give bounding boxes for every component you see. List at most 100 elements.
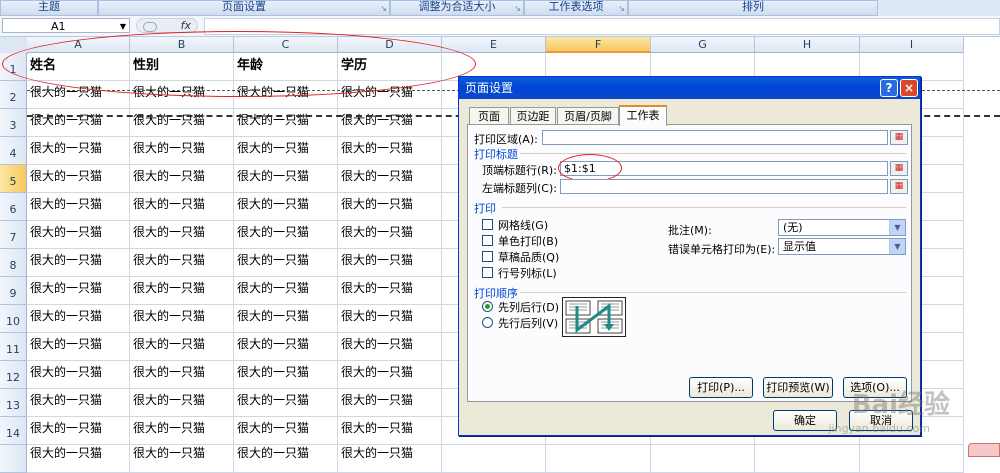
tab-page[interactable]: 页面 [469,107,509,125]
row-header[interactable]: 10 [0,305,27,333]
tab-margins[interactable]: 页边距 [510,107,556,125]
table-cell[interactable]: 很大的一只猫 [234,165,338,193]
table-cell[interactable]: 很大的一只猫 [234,277,338,305]
table-cell[interactable]: 很大的一只猫 [234,249,338,277]
dialog-launcher-icon[interactable]: ↘ [514,3,521,15]
print-preview-button[interactable]: 打印预览(W) [763,377,833,398]
row-header[interactable]: 14 [0,417,27,445]
table-cell[interactable]: 很大的一只猫 [27,221,130,249]
table-cell[interactable]: 很大的一只猫 [338,109,442,137]
table-cell[interactable]: 很大的一只猫 [234,445,338,473]
table-cell[interactable]: 很大的一只猫 [234,193,338,221]
table-cell[interactable]: 很大的一只猫 [130,221,234,249]
row-header[interactable]: 12 [0,361,27,389]
table-cell[interactable]: 很大的一只猫 [130,137,234,165]
table-cell[interactable]: 很大的一只猫 [338,417,442,445]
table-cell[interactable]: 很大的一只猫 [338,305,442,333]
table-cell[interactable]: 很大的一只猫 [130,417,234,445]
row-header[interactable]: 9 [0,277,27,305]
range-picker-icon[interactable]: ▦ [890,161,908,176]
over-then-down-radio[interactable] [482,317,493,328]
table-cell[interactable]: 很大的一只猫 [27,361,130,389]
cell-errors-select[interactable]: 显示值 ▼ [778,238,906,255]
table-cell[interactable]: 很大的一只猫 [130,333,234,361]
row-header[interactable]: 3 [0,109,27,137]
dialog-launcher-icon[interactable]: ↘ [380,3,387,15]
range-picker-icon[interactable]: ▦ [890,179,908,194]
ribbon-group-theme[interactable]: 主题 [0,0,98,16]
table-cell[interactable]: 很大的一只猫 [130,361,234,389]
table-cell[interactable]: 很大的一只猫 [130,305,234,333]
ribbon-group-arrange[interactable]: 排列 [628,0,878,16]
row-header[interactable]: 7 [0,221,27,249]
comments-select[interactable]: (无) ▼ [778,219,906,236]
print-area-input[interactable] [542,130,888,145]
table-cell[interactable]: 很大的一只猫 [234,137,338,165]
dialog-launcher-icon[interactable]: ↘ [618,3,625,15]
column-header-g[interactable]: G [651,37,755,53]
row-header[interactable] [0,445,27,473]
column-header-i[interactable]: I [860,37,964,53]
table-cell[interactable]: 很大的一只猫 [27,137,130,165]
table-cell[interactable]: 很大的一只猫 [27,277,130,305]
table-cell[interactable]: 很大的一只猫 [234,109,338,137]
table-cell[interactable]: 很大的一只猫 [130,249,234,277]
chevron-down-icon[interactable]: ▼ [889,239,905,254]
column-header-f[interactable]: F [546,37,651,53]
empty-cell[interactable] [442,445,546,473]
table-cell[interactable]: 很大的一只猫 [27,445,130,473]
empty-cell[interactable] [755,445,860,473]
table-cell[interactable]: 很大的一只猫 [234,221,338,249]
print-button[interactable]: 打印(P)... [689,377,753,398]
row-col-headings-checkbox[interactable] [482,267,493,278]
tab-header-footer[interactable]: 页眉/页脚 [557,107,619,125]
table-cell[interactable]: 很大的一只猫 [234,417,338,445]
ribbon-group-scale-to-fit[interactable]: 调整为合适大小 ↘ [390,0,524,16]
name-box[interactable]: A1 ▼ [2,18,130,33]
table-cell[interactable]: 很大的一只猫 [338,389,442,417]
tab-sheet[interactable]: 工作表 [619,105,667,126]
table-cell[interactable]: 很大的一只猫 [338,277,442,305]
table-cell[interactable]: 很大的一只猫 [338,333,442,361]
row-header[interactable]: 8 [0,249,27,277]
table-cell[interactable]: 很大的一只猫 [234,361,338,389]
help-button[interactable]: ? [880,79,898,97]
black-and-white-checkbox[interactable] [482,235,493,246]
close-button[interactable]: × [900,79,918,97]
chevron-down-icon[interactable]: ▼ [120,19,126,34]
empty-cell[interactable] [860,445,964,473]
table-cell[interactable]: 很大的一只猫 [27,193,130,221]
table-cell[interactable]: 很大的一只猫 [27,109,130,137]
table-cell[interactable]: 很大的一只猫 [338,165,442,193]
table-cell[interactable]: 很大的一只猫 [130,445,234,473]
column-header-h[interactable]: H [755,37,860,53]
columns-to-repeat-input[interactable] [560,179,888,194]
row-header[interactable]: 11 [0,333,27,361]
empty-cell[interactable] [651,445,755,473]
table-cell[interactable]: 很大的一只猫 [234,305,338,333]
range-picker-icon[interactable]: ▦ [890,130,908,145]
table-cell[interactable]: 很大的一只猫 [338,361,442,389]
chevron-down-icon[interactable]: ▼ [889,220,905,235]
draft-quality-checkbox[interactable] [482,251,493,262]
gridlines-checkbox[interactable] [482,219,493,230]
table-cell[interactable]: 很大的一只猫 [27,417,130,445]
table-cell[interactable]: 很大的一只猫 [27,249,130,277]
table-cell[interactable]: 很大的一只猫 [234,389,338,417]
table-cell[interactable]: 很大的一只猫 [234,333,338,361]
table-cell[interactable]: 很大的一只猫 [338,445,442,473]
table-cell[interactable]: 很大的一只猫 [130,193,234,221]
dialog-title-bar[interactable]: 页面设置 ? × [459,77,920,99]
ribbon-group-page-setup[interactable]: 页面设置 ↘ [98,0,390,16]
table-cell[interactable]: 很大的一只猫 [130,389,234,417]
row-header[interactable]: 6 [0,193,27,221]
row-header[interactable]: 5 [0,165,27,193]
table-cell[interactable]: 很大的一只猫 [27,165,130,193]
table-cell[interactable]: 很大的一只猫 [338,137,442,165]
table-cell[interactable]: 很大的一只猫 [338,193,442,221]
table-cell[interactable]: 很大的一只猫 [338,221,442,249]
table-cell[interactable]: 很大的一只猫 [27,389,130,417]
row-header[interactable]: 2 [0,81,27,109]
table-cell[interactable]: 很大的一只猫 [27,333,130,361]
ribbon-group-sheet-options[interactable]: 工作表选项 ↘ [524,0,628,16]
